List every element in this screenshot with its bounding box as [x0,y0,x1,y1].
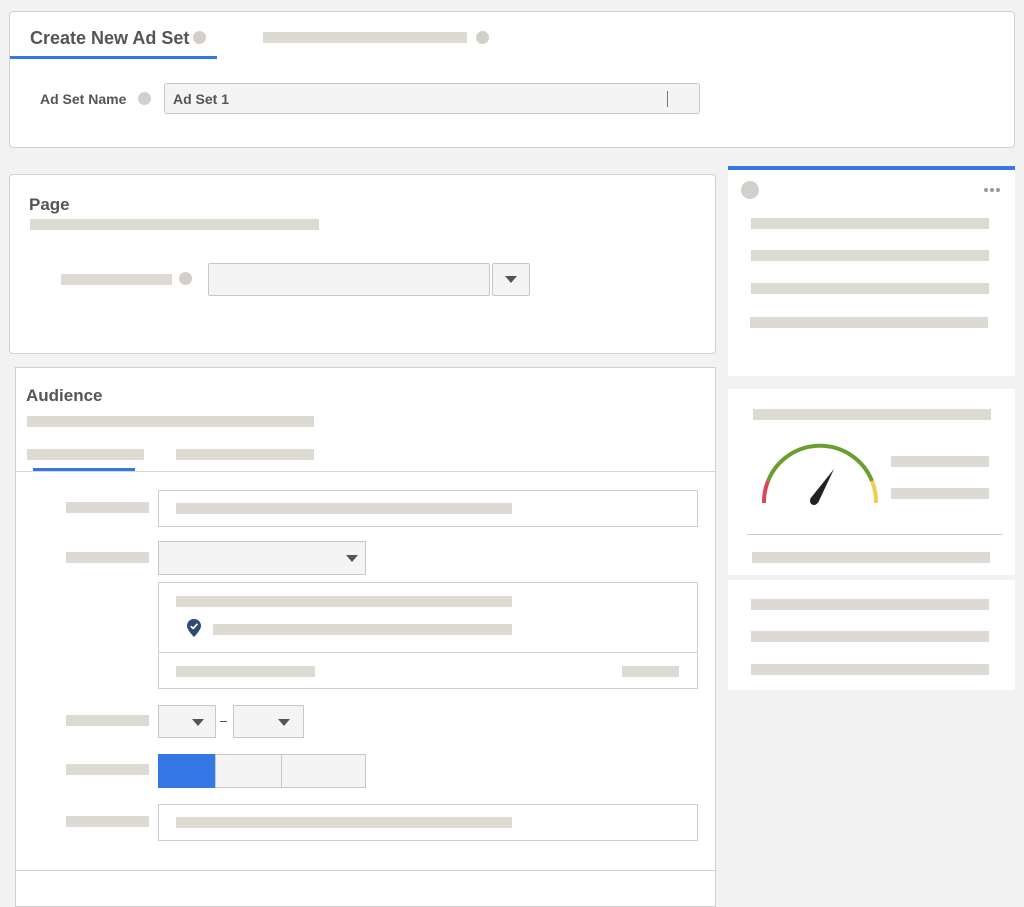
ad-set-name-input[interactable]: Ad Set 1 [164,83,700,114]
locations-box [158,582,698,689]
summary-line-placeholder [751,250,989,261]
dropdown-caret-icon [505,276,517,283]
locations-label [66,552,149,563]
audience-section-title: Audience [26,386,103,405]
tab-active-underline [10,56,217,59]
info-icon[interactable] [193,31,206,44]
page-section-card: Page [9,174,716,354]
text-cursor [667,91,668,107]
custom-audience-label [66,502,149,513]
audience-tabs-divider [16,471,715,472]
location-search-placeholder[interactable] [176,666,315,677]
estimated-results-line-placeholder [751,664,989,675]
audience-section-card: Audience [15,367,716,907]
languages-input[interactable] [158,804,698,841]
info-icon[interactable] [476,31,489,44]
gender-option-all[interactable] [158,754,215,788]
tab-create-new-ad-set[interactable]: Create New Ad Set [30,28,189,49]
age-min-select[interactable] [158,705,216,738]
estimated-results-line-placeholder [751,599,989,610]
gender-option-women[interactable] [281,754,366,788]
summary-card [728,166,1015,376]
age-label [66,715,149,726]
gender-option-men[interactable] [215,754,282,788]
tab-placeholder[interactable] [263,32,467,43]
gender-label [66,764,149,775]
summary-line-placeholder [751,218,989,229]
page-description-placeholder [30,219,319,230]
info-icon[interactable] [179,272,192,285]
page-section-title: Page [29,195,70,214]
dropdown-caret-icon [278,719,290,726]
audience-description-placeholder [27,416,314,427]
page-field-label-placeholder [61,274,172,285]
audience-size-label-placeholder [891,456,989,467]
age-range-dash [220,721,227,722]
languages-placeholder [176,817,512,828]
audience-size-footer-placeholder [752,552,990,563]
audience-size-card [728,389,1015,575]
custom-audience-placeholder [176,503,512,514]
page-select-input[interactable] [208,263,490,296]
location-header-placeholder [176,596,512,607]
tab-audience-saved[interactable] [176,449,314,460]
audience-size-divider [747,534,1002,535]
dropdown-caret-icon [192,719,204,726]
estimated-results-line-placeholder [751,631,989,642]
audience-bottom-divider [16,870,715,871]
summary-avatar-icon [741,181,759,199]
more-options-icon[interactable] [984,188,1002,194]
summary-line-placeholder [751,283,989,294]
audience-size-value-placeholder [891,488,989,499]
locations-type-select[interactable] [158,541,366,575]
location-item-placeholder [213,624,512,635]
locations-box-divider [159,652,697,653]
dropdown-caret-icon [346,555,358,562]
audience-size-title-placeholder [753,409,991,420]
languages-label [66,816,149,827]
tab-audience-new[interactable] [27,449,144,460]
age-max-select[interactable] [233,705,304,738]
ad-set-name-value: Ad Set 1 [173,91,230,107]
page-dropdown-button[interactable] [492,263,530,296]
ad-set-name-label: Ad Set Name [40,91,127,107]
estimated-results-card [728,580,1015,690]
custom-audience-input[interactable] [158,490,698,527]
summary-line-placeholder [750,317,988,328]
summary-card-accent-bar [728,166,1015,170]
audience-gauge-icon [761,443,879,505]
ad-set-header-card: Create New Ad Set Ad Set Name Ad Set 1 [9,11,1015,148]
info-icon[interactable] [138,92,151,105]
location-pin-icon [187,619,201,637]
location-browse-placeholder[interactable] [622,666,679,677]
